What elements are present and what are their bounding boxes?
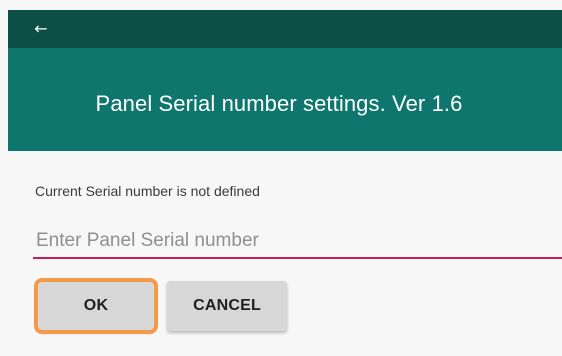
- back-arrow-icon: ←: [34, 19, 48, 38]
- serial-status-text: Current Serial number is not defined: [35, 183, 260, 199]
- cancel-button[interactable]: CANCEL: [167, 281, 287, 331]
- app-header: Panel Serial number settings. Ver 1.6: [8, 48, 562, 151]
- ok-button[interactable]: OK: [39, 281, 153, 331]
- top-navigation-bar: ←: [8, 10, 562, 48]
- panel-serial-input[interactable]: [33, 225, 562, 259]
- serial-settings-form: Current Serial number is not defined OK …: [8, 151, 562, 356]
- page-title: Panel Serial number settings. Ver 1.6: [95, 90, 463, 116]
- serial-settings-screen: ← Panel Serial number settings. Ver 1.6 …: [0, 0, 562, 356]
- back-button[interactable]: ←: [28, 17, 54, 41]
